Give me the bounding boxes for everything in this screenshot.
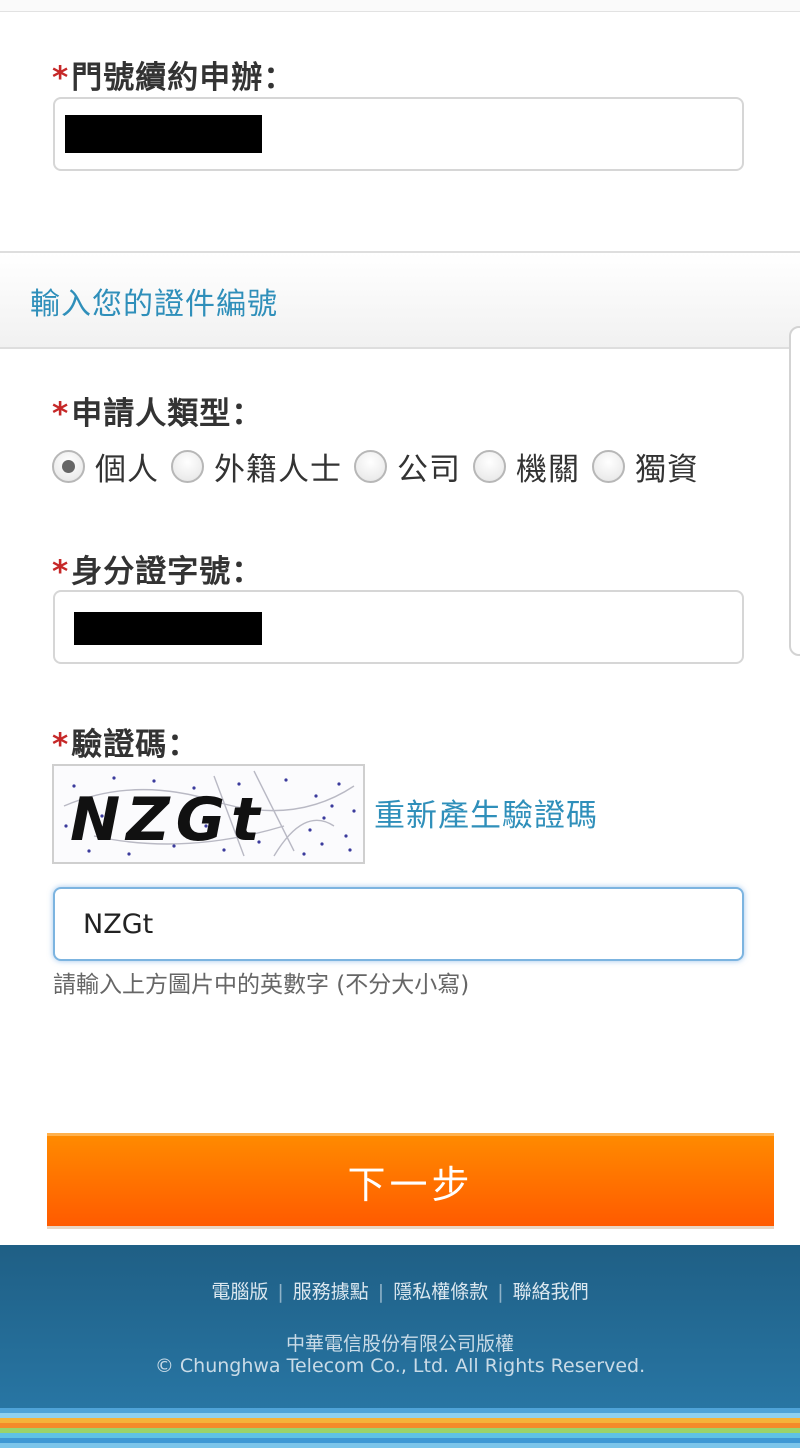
radio-label: 公司	[397, 451, 461, 488]
redacted-value	[65, 115, 262, 153]
radio-label: 獨資	[635, 451, 699, 488]
radio-button[interactable]	[171, 449, 204, 483]
footer-link-contact[interactable]: 聯絡我們	[513, 1281, 589, 1303]
applicant-type-radio-group: 個人 外籍人士 公司 機關 獨資	[52, 444, 711, 488]
captcha-label-text: 驗證碼：	[71, 727, 200, 763]
radio-option-company[interactable]: 公司	[354, 444, 461, 489]
applicant-type-label-text: 申請人類型：	[71, 396, 264, 432]
radio-button[interactable]	[592, 449, 625, 483]
radio-label: 外籍人士	[214, 451, 342, 488]
regenerate-captcha-link[interactable]: 重新產生驗證碼	[374, 790, 598, 835]
redacted-value	[74, 612, 262, 645]
footer-separator: |	[377, 1281, 385, 1303]
captcha-hint: 請輸入上方圖片中的英數字 (不分大小寫)	[53, 972, 470, 998]
radio-label: 個人	[95, 451, 159, 488]
scrollbar[interactable]	[789, 326, 800, 656]
radio-option-sole-proprietor[interactable]: 獨資	[592, 444, 699, 489]
footer: 電腦版 | 服務據點 | 隱私權條款 | 聯絡我們 中華電信股份有限公司版權 © Chung…	[0, 1245, 800, 1448]
captcha-label: *驗證碼：	[52, 719, 199, 764]
radio-button[interactable]	[52, 449, 85, 483]
radio-option-foreigner[interactable]: 外籍人士	[171, 444, 342, 489]
captcha-graphic: NZGt	[54, 766, 363, 862]
footer-links: 電腦版 | 服務據點 | 隱私權條款 | 聯絡我們	[0, 1277, 800, 1304]
captcha-text: NZGt	[70, 785, 266, 855]
radio-option-individual[interactable]: 個人	[52, 444, 159, 489]
button-shadow	[47, 1226, 774, 1229]
id-number-label-text: 身分證字號：	[71, 554, 264, 590]
copyright-chinese: 中華電信股份有限公司版權	[285, 1333, 514, 1355]
next-step-button[interactable]: 下一步	[47, 1133, 774, 1227]
required-mark: *	[52, 554, 70, 590]
renewal-label-text: 門號續約申辦：	[71, 60, 296, 96]
section-header: 輸入您的證件編號	[0, 251, 800, 349]
top-divider	[0, 0, 800, 12]
renewal-label: *門號續約申辦：	[52, 52, 295, 97]
id-number-label: *身分證字號：	[52, 546, 263, 591]
radio-button[interactable]	[354, 449, 387, 483]
required-mark: *	[52, 727, 70, 763]
footer-link-locations[interactable]: 服務據點	[293, 1281, 369, 1303]
applicant-type-label: *申請人類型：	[52, 388, 263, 433]
footer-separator: |	[277, 1281, 284, 1303]
captcha-input[interactable]	[53, 887, 744, 961]
radio-option-agency[interactable]: 機關	[473, 444, 580, 489]
copyright-english: © Chunghwa Telecom Co., Ltd. All Rights …	[154, 1355, 646, 1377]
footer-link-desktop[interactable]: 電腦版	[211, 1281, 268, 1303]
required-mark: *	[52, 396, 70, 432]
required-mark: *	[52, 60, 70, 96]
radio-button[interactable]	[473, 449, 506, 483]
footer-separator: |	[497, 1281, 504, 1303]
captcha-image: NZGt	[52, 764, 365, 864]
section-title: 輸入您的證件編號	[30, 287, 278, 322]
radio-label: 機關	[516, 451, 580, 488]
footer-link-privacy[interactable]: 隱私權條款	[393, 1281, 488, 1303]
footer-color-stripes	[0, 1408, 800, 1448]
